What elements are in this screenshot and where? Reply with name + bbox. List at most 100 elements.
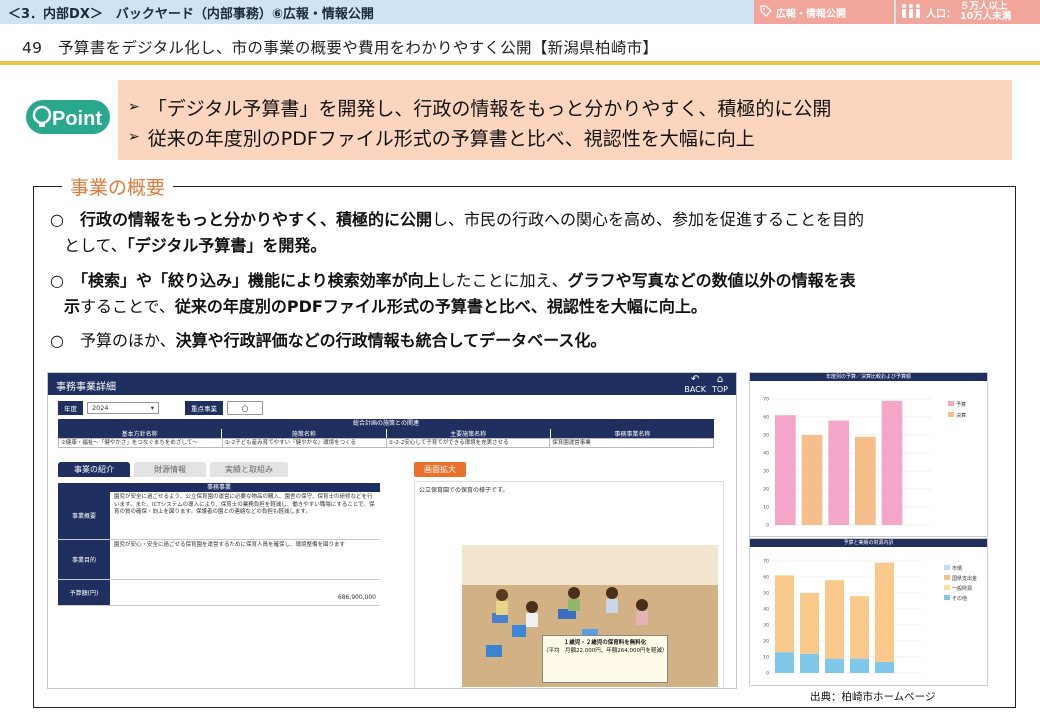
- home-icon: ⌂: [716, 374, 724, 385]
- tab-funding[interactable]: 財源情報: [134, 462, 206, 477]
- site-title: 事務事業詳細: [56, 382, 116, 393]
- overview-text: として、: [64, 236, 127, 255]
- detail-row: 予算額(円) 686,900,000: [58, 580, 380, 606]
- population-line2: 10万人未満: [960, 11, 1012, 22]
- legend-swatch: [944, 565, 950, 570]
- overview-bold: 行政の情報をもっと分かりやすく、積極的に公開: [79, 210, 432, 229]
- bullet: ○: [50, 271, 80, 290]
- point-item: ➢ 「デジタル予算書」を開発し、行政の情報をもっと分かりやすく、積極的に公開: [128, 92, 1012, 122]
- population-tag: 人口： ５万人以上 10万人未満: [896, 0, 1040, 24]
- overview-bold: 決算や行政評価などの行政情報も統合してデータベース化。: [175, 331, 607, 350]
- y-tick-label: 40: [763, 607, 769, 613]
- tab-results[interactable]: 実績と取組み: [210, 462, 288, 477]
- stacked-bar-segment: [850, 596, 869, 659]
- stacked-bar-segment: [800, 593, 819, 654]
- stacked-bar-segment: [825, 580, 844, 659]
- bar: [775, 415, 796, 525]
- bar: [828, 420, 849, 525]
- overview-text: し、市民の行政への関心を高め、参加を促進することを目的: [431, 210, 864, 229]
- point-text-2: 従来の年度別のPDFファイル形式の予算書と比べ、視認性を大幅に向上: [147, 127, 755, 150]
- plan-table: 総合計画の施策との関連 基本方針名称 施策名称 主要施策名称 事務事業名称 ②健…: [58, 419, 714, 448]
- bar: [855, 436, 876, 525]
- top-button[interactable]: ⌂ TOP: [711, 374, 728, 395]
- row-text: 園児が安心・安全に過ごせる保育園を運営するために保育人員を確保し、環境整備を図り…: [114, 542, 346, 548]
- y-tick-label: 30: [763, 623, 769, 629]
- bar: [881, 400, 903, 525]
- bullet: ○: [50, 210, 80, 229]
- stacked-bar-segment: [775, 652, 794, 673]
- tag-icon: [760, 4, 772, 20]
- legend-label: 決算: [956, 412, 966, 419]
- point-item: ➢ 従来の年度別のPDFファイル形式の予算書と比べ、視認性を大幅に向上: [128, 122, 1012, 152]
- back-label: BACK: [684, 385, 706, 394]
- stacked-bar-segment: [875, 562, 894, 662]
- site-header: 事務事業詳細 ↶ BACK ⌂ TOP: [48, 373, 736, 395]
- col-header: 基本方針名称: [58, 429, 223, 438]
- plan-table-row: ②健康・福祉～「健やかさ」をつなぐまちをめざして～ ②-2子ども産み育てやすい『…: [58, 438, 714, 448]
- stacked-bar-segment: [775, 575, 794, 653]
- stacked-bar-segment: [875, 661, 894, 673]
- overview-para-1: ○ 行政の情報をもっと分かりやすく、積極的に公開し、市民の行政への関心を高め、参…: [50, 207, 1005, 259]
- legend-label: 一般財源: [952, 585, 972, 592]
- legend-swatch: [944, 585, 950, 590]
- funding-bar-chart: 市債 国県支出金 一般財源 その他 0 10 20 30 40 50 60 70: [763, 559, 977, 677]
- year-select[interactable]: 2024 ▾: [87, 402, 159, 414]
- category-tag: 広報・情報公開: [754, 0, 894, 24]
- bar: [801, 435, 823, 525]
- fee-notice: １歳児・２歳児の保育料を無料化 （平均 月額22,000円、年額264,000円…: [542, 635, 668, 683]
- budget-bar-chart: 予算 決算 0 10 20 30 40 50 60 70: [763, 397, 966, 529]
- stacked-bar-segment: [825, 658, 844, 673]
- table-cell: ②-2-2安心して子育てができる環境を充実させる: [387, 439, 551, 447]
- row-text: 園児が安全に過ごせるよう、公立保育園の運営に必要な物品の購入、園舎の保守、保育士…: [114, 494, 375, 515]
- y-tick-label: 10: [763, 655, 769, 661]
- overview-text: することで、: [80, 297, 175, 316]
- detail-table: 事務事業 事業概要 園児が安全に過ごせるよう、公立保育園の運営に必要な物品の購入…: [58, 483, 380, 606]
- overview-bold: 「検索」や「絞り込み」機能により検索効率が向上: [79, 271, 440, 290]
- y-tick-label: 0: [766, 523, 769, 529]
- y-tick-label: 50: [763, 433, 769, 439]
- point-logo: Point: [26, 98, 112, 136]
- budget-site-screenshot: 事務事業詳細 ↶ BACK ⌂ TOP 年度 2024 ▾ 重点事業 〇 総合計画…: [47, 372, 737, 689]
- back-button[interactable]: ↶ BACK: [684, 375, 706, 395]
- legend-label: その他: [952, 595, 967, 602]
- nursery-photo: １歳児・２歳児の保育料を無料化 （平均 月額22,000円、年額264,000円…: [462, 545, 718, 687]
- y-tick-label: 20: [763, 487, 769, 493]
- page-title: 49 予算書をデジタル化し、市の事業の概要や費用をわかりやすく公開【新潟県柏崎市…: [22, 39, 659, 57]
- chart-title: 予算と実績の財源内訳: [750, 539, 987, 547]
- overview-text: したことに加え、: [439, 271, 568, 290]
- year-label: 年度: [58, 401, 83, 415]
- y-tick-label: 20: [763, 639, 769, 645]
- y-tick-label: 60: [763, 415, 769, 421]
- budget-chart-card: 年度別の予算／決算比較および予算額 予算 決算 0 10 20 30 40 50 60 70: [749, 372, 988, 537]
- overview-bold: グラフや写真などの数値以外の情報を表: [567, 271, 856, 290]
- overview-bold: 示: [64, 297, 81, 316]
- legend-label: 国県支出金: [952, 575, 977, 582]
- top-label: TOP: [711, 385, 728, 394]
- row-label: 事業概要: [58, 492, 110, 539]
- legend-swatch: [948, 401, 954, 406]
- table-cell: ②健康・福祉～「健やかさ」をつなぐまちをめざして～: [59, 439, 223, 447]
- plan-table-header-row: 基本方針名称 施策名称 主要施策名称 事務事業名称: [58, 429, 714, 438]
- population-label: 人口：: [926, 8, 956, 20]
- detail-row: 事業目的 園児が安心・安全に過ごせる保育園を運営するために保育人員を確保し、環境…: [58, 540, 380, 580]
- filter-row: 年度 2024 ▾ 重点事業 〇: [58, 401, 263, 415]
- zoom-button[interactable]: 画面拡大: [414, 462, 466, 477]
- overview-text: ○ 予算のほか、: [50, 331, 176, 350]
- table-cell: ②-2子ども産み育てやすい『健やかな』環境をつくる: [223, 439, 387, 447]
- y-tick-label: 30: [763, 469, 769, 475]
- plan-table-title: 総合計画の施策との関連: [58, 419, 714, 429]
- notice-title: １歳児・２歳児の保育料を無料化: [563, 640, 647, 646]
- point-text-1: 「デジタル予算書」を開発し、行政の情報をもっと分かりやすく、積極的に公開: [147, 97, 832, 120]
- focus-label: 重点事業: [185, 401, 223, 415]
- overview-title: 事業の概要: [62, 173, 174, 200]
- tab-intro[interactable]: 事業の紹介: [58, 462, 130, 477]
- overview-para-3: ○ 予算のほか、決算や行政評価などの行政情報も統合してデータベース化。: [50, 328, 1005, 354]
- funding-chart-card: 予算と実績の財源内訳 市債 国県支出金 一般財源 その他 0 10 20 30 40 50…: [749, 538, 988, 686]
- y-tick-label: 60: [763, 575, 769, 581]
- legend-label: 予算: [956, 401, 966, 408]
- arrow-bullet-icon: ➢: [128, 99, 140, 115]
- y-tick-label: 70: [763, 397, 769, 403]
- section-title: ＜3．内部DX＞ バックヤード（内部事務）⑥広報・情報公開: [8, 7, 374, 22]
- point-logo-text: Point: [52, 108, 102, 130]
- heading-divider: [0, 61, 1040, 65]
